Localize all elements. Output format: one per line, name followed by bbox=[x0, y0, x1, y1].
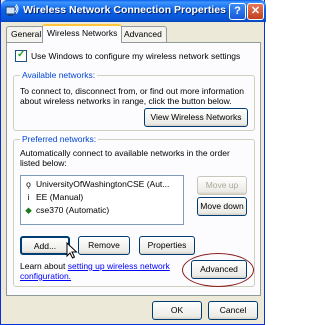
tab-advanced[interactable]: Advanced bbox=[119, 26, 167, 42]
properties-button[interactable]: Properties bbox=[139, 236, 195, 255]
move-up-button[interactable]: Move up bbox=[197, 176, 247, 195]
window-title: Wireless Network Connection Properties bbox=[23, 4, 226, 16]
setup-link-line2[interactable]: configuration. bbox=[20, 271, 71, 281]
tab-general[interactable]: General bbox=[6, 26, 47, 42]
move-down-button[interactable]: Move down bbox=[197, 197, 247, 216]
learn-about-text: Learn about setting up wireless network … bbox=[20, 261, 170, 281]
ok-button[interactable]: OK bbox=[152, 301, 202, 320]
antenna-icon: i bbox=[27, 192, 30, 202]
available-networks-group: Available networks: To connect to, disco… bbox=[13, 70, 255, 131]
mouse-pointer-icon bbox=[66, 242, 78, 259]
network-name: EE (Manual) bbox=[36, 192, 84, 202]
network-name: UniversityOfWashingtonCSE (Aut... bbox=[36, 179, 170, 189]
list-item[interactable]: ◆ cse370 (Automatic) bbox=[24, 205, 109, 217]
use-windows-label: Use Windows to configure my wireless net… bbox=[31, 51, 241, 61]
cancel-button[interactable]: Cancel bbox=[208, 301, 258, 320]
network-name: cse370 (Automatic) bbox=[36, 205, 110, 215]
preferred-networks-list[interactable]: ǫ UniversityOfWashingtonCSE (Aut... i EE (… bbox=[20, 175, 184, 225]
network-connection-icon bbox=[5, 4, 19, 16]
available-networks-description: To connect to, disconnect from, or find … bbox=[20, 86, 244, 106]
antenna-icon: ǫ bbox=[26, 179, 31, 189]
preferred-networks-title: Preferred networks: bbox=[20, 134, 99, 144]
tab-wireless-networks[interactable]: Wireless Networks bbox=[42, 24, 123, 43]
highlight-circle bbox=[182, 253, 254, 287]
title-bar[interactable]: Wireless Network Connection Properties ?… bbox=[1, 0, 266, 22]
list-item[interactable]: i EE (Manual) bbox=[24, 192, 84, 204]
preferred-networks-group: Preferred networks: Automatically connec… bbox=[13, 134, 255, 287]
wireless-icon: ◆ bbox=[25, 205, 32, 215]
help-button[interactable]: ? bbox=[229, 3, 246, 20]
learn-prefix: Learn about bbox=[20, 261, 68, 271]
add-button[interactable]: Add... bbox=[20, 236, 70, 255]
properties-dialog: Wireless Network Connection Properties ?… bbox=[0, 0, 266, 325]
preferred-networks-description: Automatically connect to available netwo… bbox=[20, 148, 230, 168]
setup-link-line1[interactable]: setting up wireless network bbox=[68, 261, 170, 271]
tab-panel: Use Windows to configure my wireless net… bbox=[6, 42, 261, 296]
close-button[interactable]: ✕ bbox=[247, 3, 264, 20]
view-wireless-networks-button[interactable]: View Wireless Networks bbox=[144, 108, 248, 127]
list-item[interactable]: ǫ UniversityOfWashingtonCSE (Aut... bbox=[24, 179, 169, 191]
use-windows-checkbox[interactable] bbox=[15, 49, 27, 62]
available-networks-title: Available networks: bbox=[20, 70, 98, 80]
remove-button[interactable]: Remove bbox=[78, 236, 130, 255]
